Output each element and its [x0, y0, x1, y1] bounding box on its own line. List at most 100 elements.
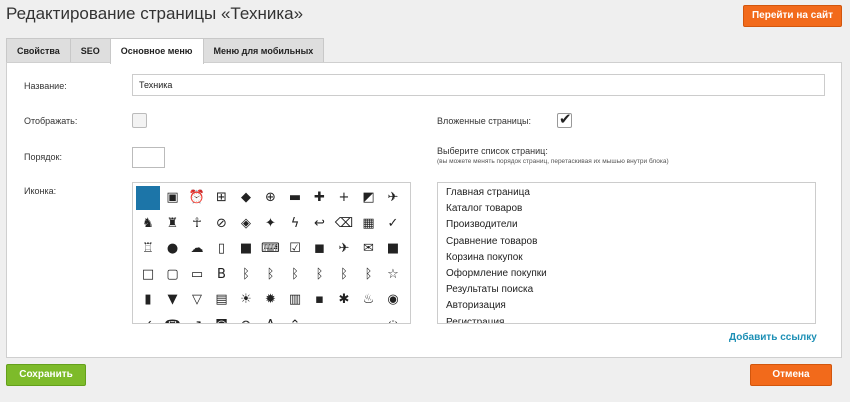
page-list-item[interactable]: Главная страница	[446, 187, 530, 198]
whatshot-icon[interactable]: ♨	[357, 288, 381, 312]
work-icon[interactable]: ▤	[210, 288, 234, 312]
bluetooth-off-icon[interactable]: ᛒ	[357, 263, 381, 287]
bluetooth-audio-icon[interactable]: ᛒ	[283, 263, 307, 287]
cloud-icon[interactable]: ☁	[185, 237, 209, 261]
crop-square-icon[interactable]: ▢	[161, 263, 185, 287]
call-made-icon[interactable]: ↗	[185, 314, 209, 324]
bug-icon[interactable]: ✱	[332, 288, 356, 312]
checkmark-icon: ✔	[559, 110, 572, 128]
check-box-icon[interactable]: ☑	[283, 237, 307, 261]
phone-android-icon[interactable]: ▯	[210, 237, 234, 261]
add-box-icon[interactable]: ⊞	[210, 186, 234, 210]
tablet-icon[interactable]: ▭	[185, 263, 209, 287]
bold-b-icon[interactable]: B	[210, 263, 234, 287]
email-icon[interactable]: ✉	[357, 237, 381, 261]
add-link-button[interactable]: Добавить ссылку	[729, 332, 817, 343]
bluetooth-connected-icon[interactable]: ᛒ	[308, 263, 332, 287]
bluetooth-icon[interactable]: ᛒ	[234, 263, 258, 287]
auto-wb-icon[interactable]: ◈	[234, 212, 258, 236]
cancel-icon[interactable]: ⊗	[234, 314, 258, 324]
page-list-item[interactable]: Оформление покупки	[446, 268, 547, 279]
star-outline-icon[interactable]: ☆	[381, 263, 405, 287]
view-quilt-icon[interactable]: ▦	[357, 212, 381, 236]
page-title: Редактирование страницы «Техника»	[6, 4, 304, 23]
person-add-icon[interactable]: ✚	[308, 186, 332, 210]
page-list-item[interactable]: Корзина покупок	[446, 252, 523, 263]
cancel-button[interactable]: Отмена	[750, 364, 832, 386]
comment-icon[interactable]: ▬	[283, 186, 307, 210]
check-icon[interactable]: ✓	[136, 314, 160, 324]
auto-fix-icon[interactable]: ✦	[259, 212, 283, 236]
name-input[interactable]: Техника	[132, 74, 825, 96]
bookmark-icon[interactable]: ▼	[161, 288, 185, 312]
backspace-icon[interactable]: ⌫	[332, 212, 356, 236]
camera-icon[interactable]: ◉	[381, 288, 405, 312]
tab-mobile-menu[interactable]: Меню для мобильных	[202, 38, 325, 63]
car-icon[interactable]: ▭	[308, 314, 332, 324]
tab-properties[interactable]: Свойства	[6, 38, 71, 63]
square-outline-icon[interactable]: □	[136, 263, 160, 287]
mouse-icon[interactable]: ●	[161, 237, 185, 261]
page-list: Главная страница Каталог товаров Производи…	[437, 182, 816, 324]
chat-bubble-icon[interactable]: ◼	[308, 237, 332, 261]
lightbulb-icon[interactable]: ☀	[234, 288, 258, 312]
page-list-item[interactable]: Регистрация	[446, 317, 504, 323]
page-list-item[interactable]: Авторизация	[446, 300, 506, 311]
tab-seo[interactable]: SEO	[69, 38, 111, 63]
display-label: Отображать:	[24, 116, 78, 126]
android-robot-icon[interactable]: ♜	[161, 212, 185, 236]
spinner-icon[interactable]: ◌	[381, 314, 405, 324]
nested-pages-checkbox[interactable]: ✔	[557, 110, 572, 128]
view-week-icon[interactable]: ▥	[283, 288, 307, 312]
attachment-icon[interactable]: ⊘	[210, 212, 234, 236]
verified-icon[interactable]: ✓	[381, 212, 405, 236]
text-format-icon[interactable]: A	[259, 314, 283, 324]
plus-icon[interactable]: +	[332, 186, 356, 210]
icon-picker-grid: ▣ ⏰ ⊞ ◆ ⊕ ▬ ✚ + ◩ ✈ ♞ ♜ ☥ ⊘ ◈ ✦ ϟ ↩ ⌫ ▦ ✓ ♖ ● ☁ ▯ ■ ⌨ ☑ ◼ ✈ ✉ ■ □ ▢ ▭ B ᛒ ᛒ ᛒ ᛒ…	[132, 182, 411, 324]
order-input[interactable]	[132, 147, 165, 168]
icon-label: Иконка:	[24, 186, 57, 196]
flight-icon[interactable]: ✈	[332, 237, 356, 261]
page-list-item[interactable]: Сравнение товаров	[446, 236, 537, 247]
stop-icon[interactable]: ■	[381, 237, 405, 261]
tab-main-menu[interactable]: Основное меню	[109, 38, 204, 64]
alarm-icon[interactable]: ⏰	[185, 186, 209, 210]
goto-site-button[interactable]: Перейти на сайт	[743, 5, 842, 27]
pages-hint: (вы можете менять порядок страниц, перет…	[437, 158, 669, 165]
accessibility-icon[interactable]: ☥	[185, 212, 209, 236]
pages-select-label: Выберите список страниц:	[437, 146, 548, 156]
robot-icon[interactable]: ♖	[136, 237, 160, 261]
add-circle-icon[interactable]: ⊕	[259, 186, 283, 210]
keyboard-icon[interactable]: ⌨	[259, 237, 283, 261]
train-icon[interactable]: ▭	[357, 314, 381, 324]
flash-auto-icon[interactable]: ϟ	[283, 212, 307, 236]
bookmark-outline-icon[interactable]: ▽	[185, 288, 209, 312]
expand-less-icon[interactable]: ⌃	[283, 314, 307, 324]
selected-square-icon[interactable]	[136, 186, 160, 210]
photo-camera-icon[interactable]: ◙	[210, 314, 234, 324]
page-list-item[interactable]: Результаты поиска	[446, 284, 533, 295]
videocam-icon[interactable]: ■	[234, 237, 258, 261]
bluetooth-disabled-icon[interactable]: ᛒ	[259, 263, 283, 287]
display-checkbox[interactable]	[132, 113, 147, 128]
directions-car-icon[interactable]: ▭	[332, 314, 356, 324]
page-list-item[interactable]: Каталог товаров	[446, 203, 522, 214]
label-icon[interactable]: ◆	[234, 186, 258, 210]
exposure-icon[interactable]: ◩	[357, 186, 381, 210]
tab-bar: Свойства SEO Основное меню Меню для моби…	[6, 38, 325, 64]
brightness-icon[interactable]: ✹	[259, 288, 283, 312]
name-label: Название:	[24, 81, 67, 91]
nested-pages-label: Вложенные страницы:	[437, 116, 531, 126]
contact-card-icon[interactable]: ▣	[161, 186, 185, 210]
bluetooth-searching-icon[interactable]: ᛒ	[332, 263, 356, 287]
android-icon[interactable]: ♞	[136, 212, 160, 236]
airplane-icon[interactable]: ✈	[381, 186, 405, 210]
message-icon[interactable]: ▪	[308, 288, 332, 312]
book-icon[interactable]: ▮	[136, 288, 160, 312]
reply-icon[interactable]: ↩	[308, 212, 332, 236]
order-label: Порядок:	[24, 152, 62, 162]
save-button[interactable]: Сохранить	[6, 364, 86, 386]
phone-forward-icon[interactable]: ☎	[161, 314, 185, 324]
main-menu-panel: Название: Техника Отображать: Вложенные …	[6, 62, 842, 358]
page-list-item[interactable]: Производители	[446, 219, 518, 230]
